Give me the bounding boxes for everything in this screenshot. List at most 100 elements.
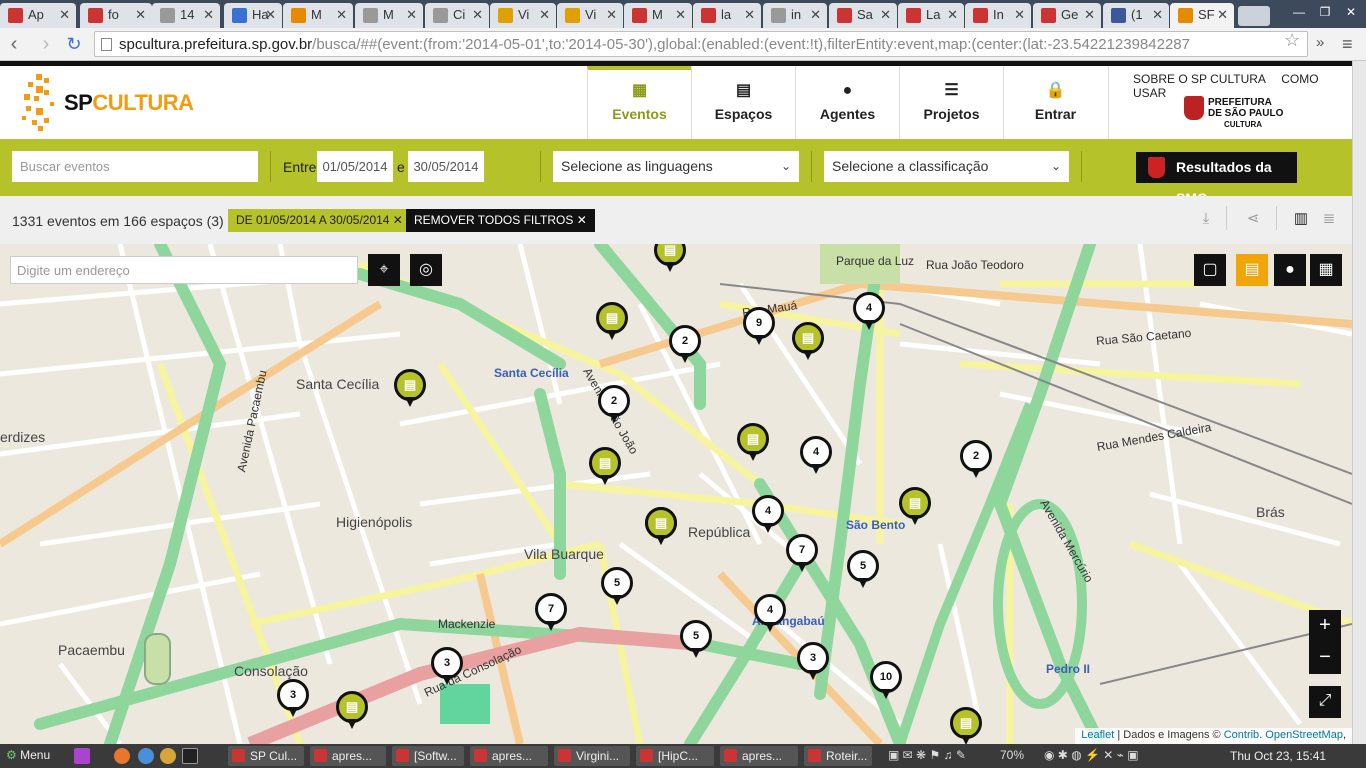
taskbar-window-button[interactable]: Virgini... <box>554 746 630 766</box>
browser-tab[interactable]: Vi ✕ <box>557 3 623 28</box>
browser-tab[interactable]: Vi ✕ <box>490 3 556 28</box>
cluster-marker[interactable]: 2 <box>960 440 992 480</box>
close-tab-icon[interactable]: ✕ <box>406 7 417 23</box>
nav-tab-agentes[interactable]: ● Agentes <box>795 66 899 139</box>
browser-tab[interactable]: (1 ✕ <box>1103 3 1169 28</box>
close-tab-icon[interactable]: ✕ <box>135 7 146 23</box>
browser-tab[interactable]: M ✕ <box>355 3 423 28</box>
cluster-marker[interactable]: 5 <box>847 550 879 590</box>
cluster-marker[interactable]: 7 <box>535 593 567 633</box>
close-tab-icon[interactable]: ✕ <box>880 7 891 23</box>
taskbar-window-button[interactable]: apres... <box>470 746 548 766</box>
logo[interactable]: SPCULTURA <box>64 90 194 116</box>
browser-tab[interactable]: Ci ✕ <box>425 3 489 28</box>
about-link[interactable]: SOBRE O SP CULTURA <box>1133 72 1266 86</box>
layer-all-icon[interactable]: ▢ <box>1194 254 1226 286</box>
taskbar-window-button[interactable]: [HipC... <box>636 746 714 766</box>
close-tab-icon[interactable]: ✕ <box>1084 7 1095 23</box>
scrollbar[interactable] <box>1352 61 1366 744</box>
map-view-icon[interactable]: ▥ <box>1292 210 1310 228</box>
minimize-icon[interactable]: — <box>1288 4 1310 20</box>
cluster-marker[interactable]: 9 <box>743 307 775 347</box>
date-to-input[interactable]: 30/05/2014 <box>408 151 484 182</box>
forward-icon[interactable]: › <box>34 33 58 55</box>
taskbar-window-button[interactable]: apres... <box>310 746 386 766</box>
search-events-input[interactable]: Buscar eventos <box>12 151 258 182</box>
browser-tab[interactable]: M ✕ <box>283 3 353 28</box>
cluster-marker[interactable]: 5 <box>601 567 633 607</box>
event-marker[interactable]: ▤ <box>336 691 368 731</box>
event-marker[interactable]: ▤ <box>596 302 628 342</box>
date-from-input[interactable]: 01/05/2014 <box>317 151 393 182</box>
classification-select[interactable]: Selecione a classificação ⌄ <box>824 151 1069 182</box>
cluster-marker[interactable]: 3 <box>277 679 309 719</box>
map[interactable]: Santa Cecília Santa Cecília Higienópolis Vi… <box>0 244 1352 744</box>
close-tab-icon[interactable]: ✕ <box>265 7 276 23</box>
nav-tab-eventos[interactable]: ▦ Eventos <box>587 66 691 139</box>
browser-tab[interactable]: La ✕ <box>898 3 964 28</box>
cluster-marker[interactable]: 4 <box>853 292 885 332</box>
smc-results-button[interactable]: Resultados da SMC <box>1136 152 1297 206</box>
cluster-marker[interactable]: 7 <box>786 534 818 574</box>
browser-tab[interactable]: 14 ✕ <box>152 3 220 28</box>
close-tab-icon[interactable]: ✕ <box>810 7 821 23</box>
event-marker[interactable]: ▤ <box>737 423 769 463</box>
languages-select[interactable]: Selecione as linguagens ⌄ <box>553 151 799 182</box>
list-view-icon[interactable]: ≣ <box>1320 210 1338 228</box>
date-filter-chip[interactable]: DE 01/05/2014 A 30/05/2014 ✕ <box>228 209 411 232</box>
close-window-icon[interactable]: ✕ <box>1340 4 1362 20</box>
event-marker[interactable]: ▤ <box>899 487 931 527</box>
share-icon[interactable]: ⋖ <box>1244 210 1262 228</box>
terminal-icon[interactable] <box>182 748 198 764</box>
layer-spaces-icon[interactable]: ▦ <box>1310 254 1342 286</box>
new-tab-button[interactable] <box>1238 6 1270 26</box>
taskbar-window-button[interactable]: apres... <box>720 746 798 766</box>
cluster-marker[interactable]: 5 <box>680 620 712 660</box>
chrome-icon[interactable] <box>160 748 176 764</box>
event-marker[interactable]: ▤ <box>654 244 686 274</box>
browser-tab[interactable]: in ✕ <box>763 3 827 28</box>
chromium-icon[interactable] <box>138 748 154 764</box>
event-marker[interactable]: ▤ <box>645 507 677 547</box>
browser-tab[interactable]: M ✕ <box>624 3 692 28</box>
address-bar[interactable]: spcultura.prefeitura.sp.gov.br/busca/##(… <box>94 31 1308 57</box>
layer-events-icon[interactable]: ▤ <box>1236 254 1268 286</box>
close-tab-icon[interactable]: ✕ <box>744 7 755 23</box>
taskbar-window-button[interactable]: Roteir... <box>804 746 872 766</box>
taskbar-window-button[interactable]: SP Cul... <box>228 746 304 766</box>
browser-menu-icon[interactable]: ≡ <box>1342 34 1353 55</box>
event-marker[interactable]: ▤ <box>394 369 426 409</box>
nav-tab-projetos[interactable]: ☰ Projetos <box>899 66 1003 139</box>
zoom-in-button[interactable]: + <box>1309 610 1341 642</box>
taskbar-window-button[interactable]: [Softw... <box>392 746 464 766</box>
leaflet-link[interactable]: Leaflet <box>1081 729 1114 741</box>
event-marker[interactable]: ▤ <box>792 322 824 362</box>
browser-tab[interactable]: la ✕ <box>693 3 761 28</box>
browser-tab[interactable]: fo ✕ <box>80 3 152 28</box>
locate-me-icon[interactable]: ⌖ <box>368 254 400 286</box>
nav-tab-espaços[interactable]: ▤ Espaços <box>691 66 795 139</box>
layer-agents-icon[interactable]: ● <box>1274 254 1306 286</box>
reload-icon[interactable]: ↻ <box>62 33 86 55</box>
event-marker[interactable]: ▤ <box>950 707 982 744</box>
osm-link[interactable]: Contrib. OpenStreetMap <box>1224 729 1343 741</box>
close-tab-icon[interactable]: ✕ <box>336 7 347 23</box>
close-tab-icon[interactable]: ✕ <box>606 7 617 23</box>
browser-tab[interactable]: Sa ✕ <box>829 3 897 28</box>
extensions-icon[interactable]: » <box>1316 34 1324 51</box>
back-icon[interactable]: ‹ <box>2 33 26 55</box>
close-tab-icon[interactable]: ✕ <box>59 7 70 23</box>
download-icon[interactable]: ⤓ <box>1197 210 1215 228</box>
cluster-marker[interactable]: 3 <box>431 647 463 687</box>
maximize-icon[interactable]: ❐ <box>1314 4 1336 20</box>
fullscreen-icon[interactable]: ⤢ <box>1309 686 1341 718</box>
cluster-marker[interactable]: 4 <box>754 594 786 634</box>
browser-tab[interactable]: SF ✕ <box>1170 3 1234 28</box>
browser-tab[interactable]: In ✕ <box>965 3 1031 28</box>
remove-all-filters-button[interactable]: REMOVER TODOS FILTROS ✕ <box>406 209 595 232</box>
cluster-marker[interactable]: 4 <box>800 436 832 476</box>
cluster-marker[interactable]: 10 <box>870 661 902 701</box>
close-tab-icon[interactable]: ✕ <box>203 7 214 23</box>
close-tab-icon[interactable]: ✕ <box>1014 7 1025 23</box>
address-search-input[interactable]: Digite um endereço <box>10 256 358 284</box>
